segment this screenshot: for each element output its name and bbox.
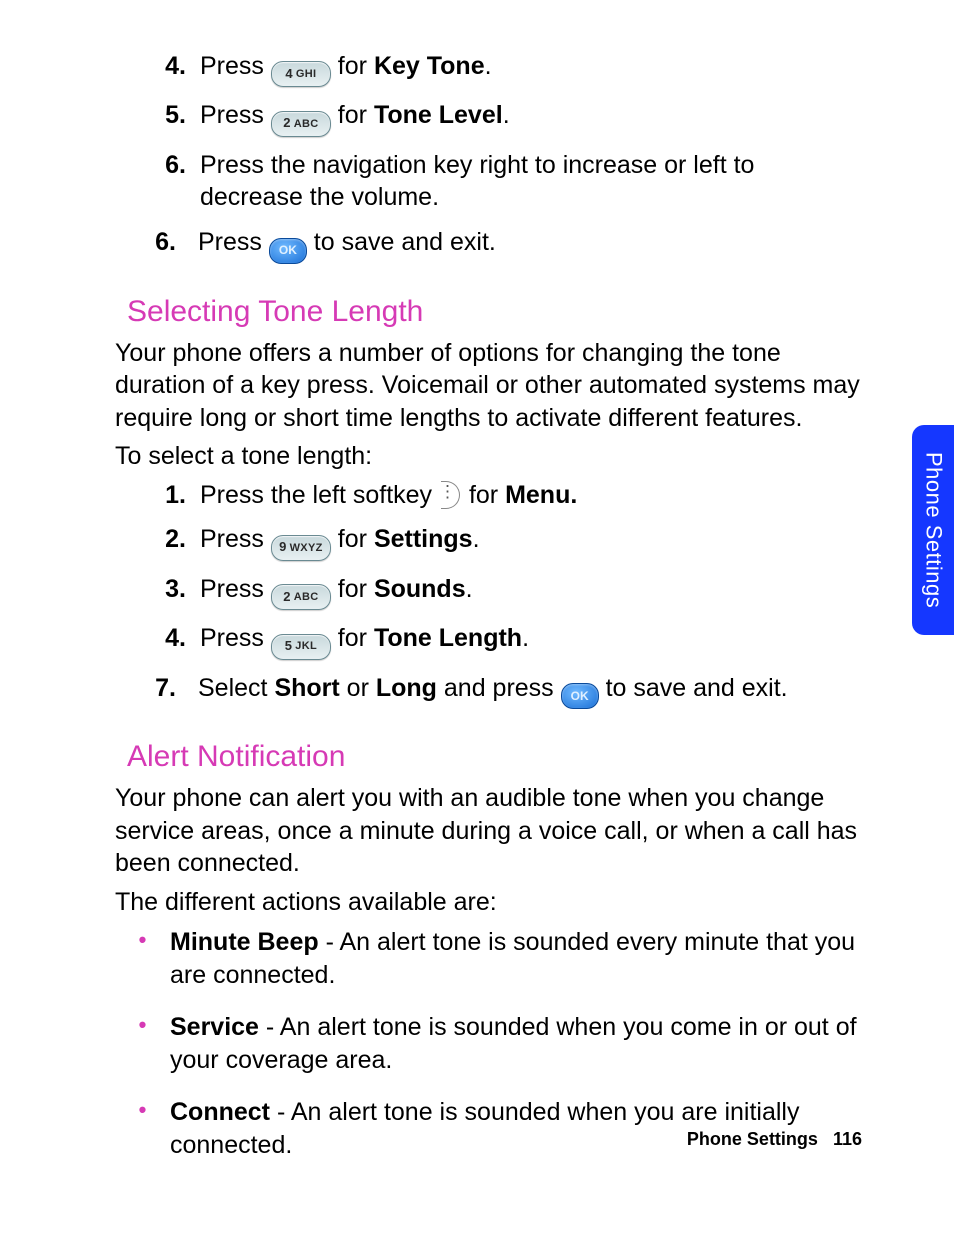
keypad-2-icon: 2ABC bbox=[271, 111, 331, 137]
heading-alert-notification: Alert Notification bbox=[127, 737, 864, 776]
bold: Short bbox=[274, 674, 339, 702]
paragraph: To select a tone length: bbox=[115, 440, 864, 473]
step-text: Press 5JKL for Tone Length. bbox=[200, 622, 864, 659]
step-text: Press the left softkey for Menu. bbox=[200, 479, 864, 512]
text: Press bbox=[200, 624, 271, 652]
step-number: 7. bbox=[115, 672, 190, 710]
step-text: Press 2ABC for Tone Level. bbox=[200, 99, 864, 136]
step-4-top: 4. Press 4GHI for Key Tone. bbox=[115, 50, 864, 87]
text: for bbox=[331, 52, 374, 80]
bullet-icon: • bbox=[115, 1011, 170, 1076]
bold: Long bbox=[376, 674, 437, 702]
step-number: 6. bbox=[115, 226, 190, 264]
ok-button-icon: OK bbox=[561, 683, 599, 709]
step-text: Press the navigation key right to increa… bbox=[200, 149, 864, 214]
bold: Sounds bbox=[374, 575, 466, 603]
ok-button-icon: OK bbox=[269, 238, 307, 264]
text: and press bbox=[437, 674, 561, 702]
step-number: 4. bbox=[115, 622, 200, 659]
text: Press bbox=[200, 575, 271, 603]
tab-label: Phone Settings bbox=[919, 452, 948, 608]
text: or bbox=[340, 674, 376, 702]
bold: Service bbox=[170, 1013, 259, 1041]
step-number: 2. bbox=[115, 523, 200, 560]
paragraph: The different actions available are: bbox=[115, 886, 864, 919]
footer-section: Phone Settings bbox=[687, 1129, 818, 1149]
keypad-5-icon: 5JKL bbox=[271, 634, 331, 660]
text: . bbox=[522, 624, 529, 652]
bold: Tone Level bbox=[374, 101, 503, 129]
text: to save and exit. bbox=[599, 674, 788, 702]
page-footer: Phone Settings 116 bbox=[687, 1128, 862, 1151]
text: . bbox=[503, 101, 510, 129]
text: Select bbox=[198, 674, 274, 702]
text: . bbox=[485, 52, 492, 80]
bullet-list: • Minute Beep - An alert tone is sounded… bbox=[115, 926, 864, 1161]
step-number: 1. bbox=[115, 479, 200, 512]
paragraph: Your phone offers a number of options fo… bbox=[115, 337, 864, 435]
step-1: 1. Press the left softkey for Menu. bbox=[115, 479, 864, 512]
bullet-icon: • bbox=[115, 1096, 170, 1161]
step-number: 5. bbox=[115, 99, 200, 136]
text: for bbox=[462, 481, 505, 509]
document-page: 4. Press 4GHI for Key Tone. 5. Press 2AB… bbox=[0, 0, 954, 1161]
heading-selecting-tone-length: Selecting Tone Length bbox=[127, 292, 864, 331]
step-3: 3. Press 2ABC for Sounds. bbox=[115, 573, 864, 610]
step-text: Press 9WXYZ for Settings. bbox=[200, 523, 864, 560]
step-text: Select Short or Long and press OK to sav… bbox=[190, 672, 864, 710]
list-item: • Service - An alert tone is sounded whe… bbox=[115, 1011, 864, 1076]
bold: Settings bbox=[374, 525, 473, 553]
text: Press the left softkey bbox=[200, 481, 439, 509]
bold: Minute Beep bbox=[170, 928, 319, 956]
paragraph: Your phone can alert you with an audible… bbox=[115, 782, 864, 880]
text: . bbox=[473, 525, 480, 553]
bold: Tone Length bbox=[374, 624, 522, 652]
bold: Menu. bbox=[505, 481, 577, 509]
text: Press bbox=[200, 101, 271, 129]
step-text: Press 4GHI for Key Tone. bbox=[200, 50, 864, 87]
step-6-ok: 6. Press OK to save and exit. bbox=[115, 226, 864, 264]
keypad-4-icon: 4GHI bbox=[271, 61, 331, 87]
step-number: 6. bbox=[115, 149, 200, 214]
text: . bbox=[466, 575, 473, 603]
text: to save and exit. bbox=[307, 228, 496, 256]
page-number: 116 bbox=[833, 1129, 862, 1149]
left-softkey-icon bbox=[441, 481, 460, 509]
bullet-icon: • bbox=[115, 926, 170, 991]
step-7: 7. Select Short or Long and press OK to … bbox=[115, 672, 864, 710]
bold: Connect bbox=[170, 1098, 270, 1126]
step-6-top: 6. Press the navigation key right to inc… bbox=[115, 149, 864, 214]
text: Press bbox=[200, 52, 271, 80]
text: for bbox=[331, 575, 374, 603]
text: for bbox=[331, 101, 374, 129]
list-item: • Minute Beep - An alert tone is sounded… bbox=[115, 926, 864, 991]
section-tab-phone-settings: Phone Settings bbox=[912, 425, 954, 635]
text: - An alert tone is sounded when you come… bbox=[170, 1013, 857, 1074]
step-number: 4. bbox=[115, 50, 200, 87]
keypad-2-icon: 2ABC bbox=[271, 584, 331, 610]
text: for bbox=[331, 624, 374, 652]
step-5-top: 5. Press 2ABC for Tone Level. bbox=[115, 99, 864, 136]
keypad-9-icon: 9WXYZ bbox=[271, 535, 331, 561]
step-number: 3. bbox=[115, 573, 200, 610]
bold: Key Tone bbox=[374, 52, 485, 80]
step-2: 2. Press 9WXYZ for Settings. bbox=[115, 523, 864, 560]
step-text: Press OK to save and exit. bbox=[190, 226, 864, 264]
step-text: Press 2ABC for Sounds. bbox=[200, 573, 864, 610]
step-4: 4. Press 5JKL for Tone Length. bbox=[115, 622, 864, 659]
text: Press bbox=[198, 228, 269, 256]
text: Press bbox=[200, 525, 271, 553]
text: for bbox=[331, 525, 374, 553]
